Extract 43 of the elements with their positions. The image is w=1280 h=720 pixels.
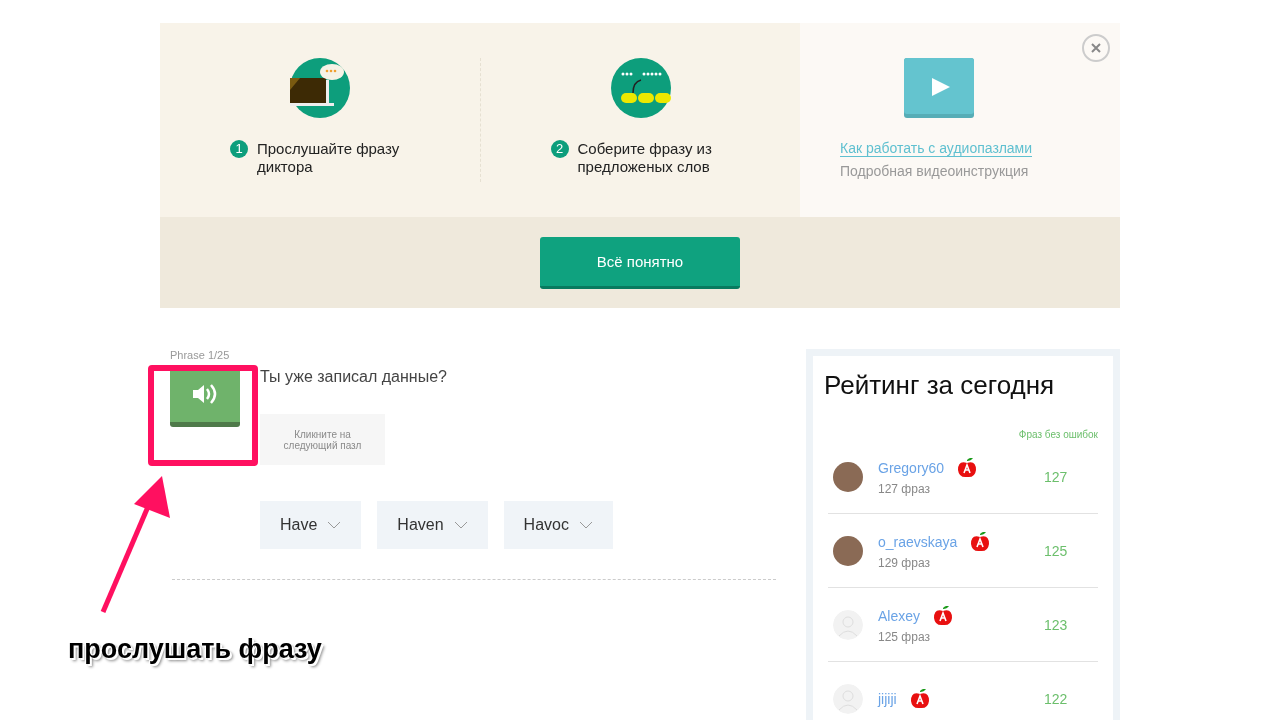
- score: 127: [1044, 468, 1068, 485]
- phrase-count: 127 фраз: [878, 481, 931, 496]
- user-name[interactable]: Gregory60: [878, 459, 945, 476]
- video-link[interactable]: Как работать с аудиопазлами: [840, 140, 1033, 157]
- avatar-placeholder: [833, 535, 863, 566]
- word-piece[interactable]: Have: [260, 501, 362, 549]
- apple-badge-icon: [971, 531, 990, 552]
- confirm-button[interactable]: Всё понятно: [540, 236, 740, 289]
- play-icon[interactable]: [904, 58, 974, 118]
- chevron-down-icon: [453, 521, 468, 529]
- drop-slot[interactable]: Кликните на следующий пазл: [260, 414, 385, 465]
- apple-badge-icon: [934, 605, 953, 626]
- laptop-speech-icon: [290, 58, 350, 118]
- step-text: Соберите фразу из предложеных слов: [577, 140, 713, 176]
- word-piece[interactable]: Haven: [377, 501, 488, 549]
- apple-badge-icon: [958, 457, 977, 478]
- user-name[interactable]: o_raevskaya: [878, 533, 958, 550]
- user-silhouette-icon: [833, 683, 863, 714]
- user-name[interactable]: jijiji: [878, 690, 897, 707]
- step-text: Прослушайте фразу диктора: [257, 140, 401, 176]
- phrase-count: 125 фраз: [878, 629, 931, 644]
- avatar-placeholder: [833, 461, 863, 492]
- apple-badge-icon: [910, 688, 929, 709]
- column-label: Фраз без ошибок: [1017, 429, 1098, 440]
- puzzle-words-icon: [610, 58, 671, 118]
- annotation-caption: прослушать фразу: [68, 634, 322, 665]
- chevron-down-icon: [327, 521, 342, 529]
- speaker-icon: [192, 383, 218, 405]
- word-piece[interactable]: Havoc: [503, 501, 613, 549]
- user-name[interactable]: Alexey: [878, 607, 921, 624]
- score: 123: [1044, 616, 1068, 633]
- video-subtitle: Подробная видеоинструкция: [840, 163, 1030, 179]
- close-icon[interactable]: [1082, 34, 1110, 62]
- user-silhouette-icon: [833, 609, 863, 640]
- step-number: 1: [230, 140, 248, 158]
- step-number: 2: [550, 140, 569, 158]
- question-text: Ты уже записал данные?: [260, 368, 447, 387]
- score: 122: [1044, 690, 1068, 707]
- phrase-count: 129 фраз: [878, 555, 931, 570]
- chevron-down-icon: [578, 521, 593, 529]
- rating-title: Рейтинг за сегодня: [824, 370, 1056, 401]
- phrase-counter: Phrase 1/25: [170, 349, 231, 363]
- score: 125: [1044, 542, 1068, 559]
